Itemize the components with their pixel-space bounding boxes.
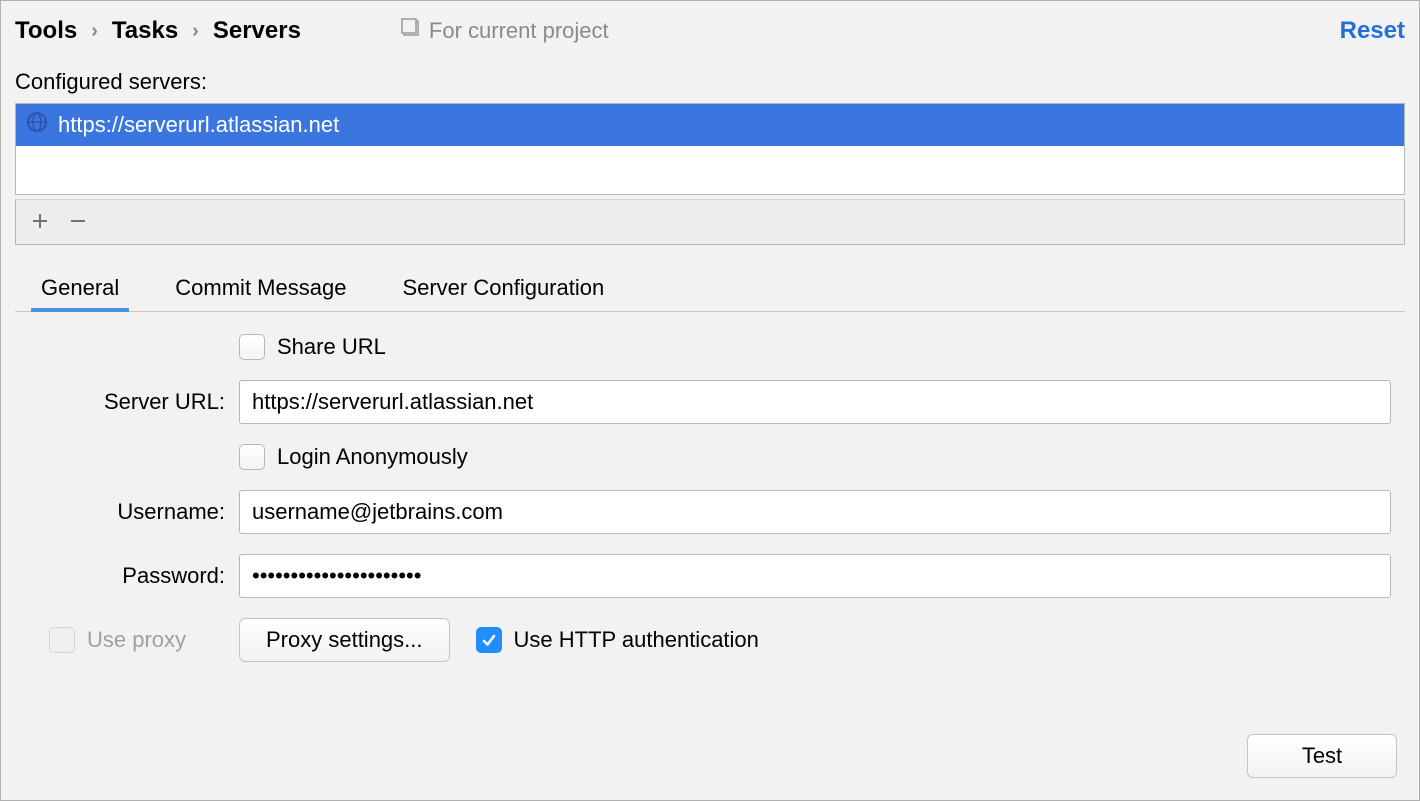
- tab-bar: General Commit Message Server Configurat…: [15, 267, 1405, 312]
- server-url-input[interactable]: [239, 380, 1391, 424]
- chevron-right-icon: ›: [192, 20, 199, 43]
- server-url-label: Server URL:: [29, 389, 239, 415]
- remove-server-button[interactable]: [68, 208, 88, 236]
- server-url-text: https://serverurl.atlassian.net: [58, 112, 339, 138]
- chevron-right-icon: ›: [91, 20, 98, 43]
- scope-label: For current project: [429, 18, 609, 44]
- password-label: Password:: [29, 563, 239, 589]
- tab-server-configuration[interactable]: Server Configuration: [398, 267, 608, 311]
- scope-indicator: For current project: [401, 18, 609, 44]
- project-scope-icon: [401, 18, 421, 44]
- use-proxy-checkbox: [49, 627, 75, 653]
- breadcrumb-tasks[interactable]: Tasks: [112, 17, 178, 45]
- use-http-auth-checkbox[interactable]: [476, 627, 502, 653]
- breadcrumb-servers: Servers: [213, 17, 301, 45]
- server-list-toolbar: [15, 199, 1405, 245]
- configured-servers-label: Configured servers:: [15, 69, 1405, 95]
- use-proxy-label: Use proxy: [87, 627, 186, 653]
- tab-general[interactable]: General: [37, 267, 123, 311]
- password-input[interactable]: [239, 554, 1391, 598]
- globe-icon: [26, 111, 48, 139]
- use-http-auth-label: Use HTTP authentication: [514, 627, 759, 653]
- username-label: Username:: [29, 499, 239, 525]
- tab-commit-message[interactable]: Commit Message: [171, 267, 350, 311]
- proxy-settings-button[interactable]: Proxy settings...: [239, 618, 450, 662]
- login-anonymously-checkbox[interactable]: [239, 444, 265, 470]
- breadcrumb: Tools › Tasks › Servers: [15, 17, 301, 45]
- test-button[interactable]: Test: [1247, 734, 1397, 778]
- reset-link[interactable]: Reset: [1340, 17, 1405, 45]
- server-list[interactable]: https://serverurl.atlassian.net: [15, 103, 1405, 195]
- share-url-checkbox[interactable]: [239, 334, 265, 360]
- add-server-button[interactable]: [30, 208, 50, 236]
- breadcrumb-tools[interactable]: Tools: [15, 17, 77, 45]
- username-input[interactable]: [239, 490, 1391, 534]
- server-list-item[interactable]: https://serverurl.atlassian.net: [16, 104, 1404, 146]
- share-url-label: Share URL: [277, 334, 386, 360]
- login-anonymously-label: Login Anonymously: [277, 444, 468, 470]
